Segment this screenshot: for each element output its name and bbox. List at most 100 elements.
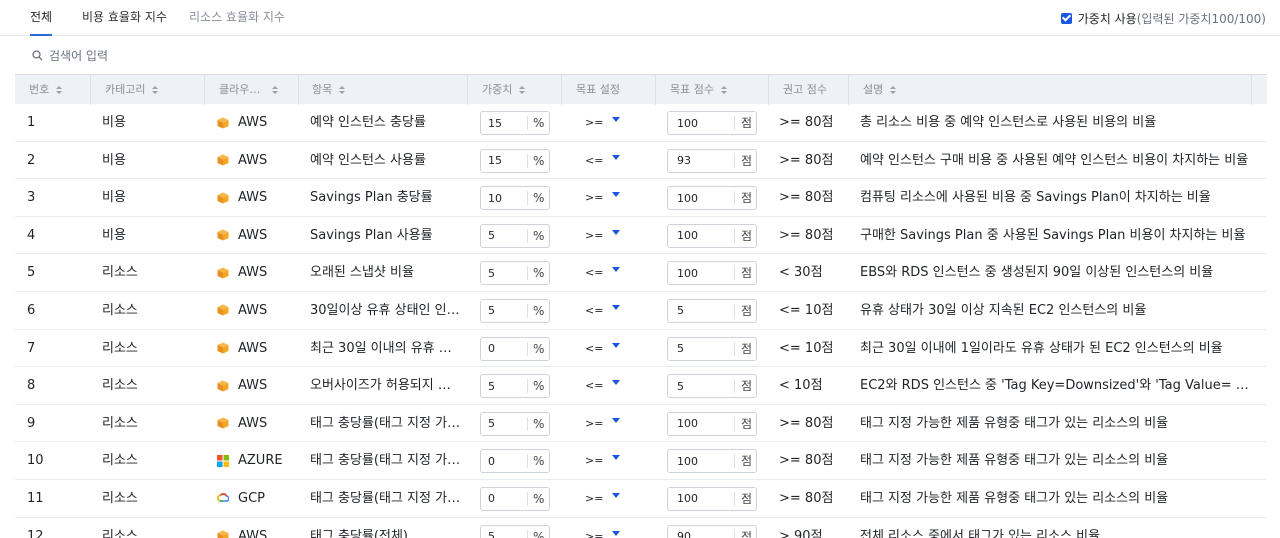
table-row[interactable]: 3 비용 AWS Savings Plan 충당률 10% >= 100 점 >= 80점 컴퓨팅… xyxy=(15,179,1267,217)
column-divider[interactable] xyxy=(655,75,656,105)
target-score-value[interactable]: 100 xyxy=(668,267,734,280)
table-row[interactable]: 8 리소스 AWS 오버사이즈가 허용되지 … 5% <= 5 점 < 10점 EC2와 RDS … xyxy=(15,367,1267,405)
col-header-number[interactable]: 번호 xyxy=(29,75,63,105)
weight-input[interactable]: 5% xyxy=(480,524,550,538)
col-header-category[interactable]: 카테고리 xyxy=(105,75,159,105)
target-score-input[interactable]: 90 점 xyxy=(667,524,757,538)
sort-icon[interactable] xyxy=(272,86,279,94)
target-operator-select[interactable]: >= xyxy=(585,104,645,141)
target-score-input[interactable]: 100 점 xyxy=(667,186,757,211)
table-row[interactable]: 9 리소스 AWS 태그 충당률(태그 지정 가… 5% >= 100 점 >= 80점 태그 지… xyxy=(15,405,1267,443)
target-score-value[interactable]: 5 xyxy=(668,380,734,393)
column-divider[interactable] xyxy=(848,75,849,105)
column-divider[interactable] xyxy=(768,75,769,105)
checkbox-icon[interactable] xyxy=(1060,12,1072,24)
caret-down-icon[interactable] xyxy=(612,492,621,498)
table-row[interactable]: 4 비용 AWS Savings Plan 사용률 5% >= 100 점 >= 80점 구매한 … xyxy=(15,217,1267,255)
col-header-weight[interactable]: 가중치 xyxy=(482,75,526,105)
search-input[interactable]: 검색어 입력 xyxy=(32,44,108,66)
target-operator-select[interactable]: >= xyxy=(585,405,645,442)
weight-value[interactable]: 5 xyxy=(481,267,527,280)
table-row[interactable]: 1 비용 AWS 예약 인스턴스 충당률 15% >= 100 점 >= 80점 총 리소스 비용… xyxy=(15,104,1267,142)
target-score-value[interactable]: 100 xyxy=(668,117,734,130)
weight-value[interactable]: 0 xyxy=(481,455,527,468)
caret-down-icon[interactable] xyxy=(612,417,621,423)
weight-input[interactable]: 5% xyxy=(480,261,550,286)
table-row[interactable]: 10 리소스 AZURE 태그 충당률(태그 지정 가… 0% >= 100 점 >= 80점 태… xyxy=(15,442,1267,480)
tab-cost-efficiency[interactable]: 비용 효율화 지수 xyxy=(82,0,167,36)
weight-value[interactable]: 5 xyxy=(481,304,527,317)
target-score-input[interactable]: 100 점 xyxy=(667,411,757,436)
target-operator-select[interactable]: <= xyxy=(585,142,645,179)
target-operator-select[interactable]: >= xyxy=(585,480,645,517)
sort-icon[interactable] xyxy=(519,86,526,94)
target-operator-select[interactable]: <= xyxy=(585,330,645,367)
target-operator-select[interactable]: <= xyxy=(585,367,645,404)
caret-down-icon[interactable] xyxy=(612,192,621,198)
weight-input[interactable]: 5% xyxy=(480,223,550,248)
column-divider[interactable] xyxy=(467,75,468,105)
column-divider[interactable] xyxy=(204,75,205,105)
weight-value[interactable]: 0 xyxy=(481,492,527,505)
target-score-input[interactable]: 5점 xyxy=(667,336,757,361)
target-score-value[interactable]: 90 xyxy=(668,530,734,538)
target-score-value[interactable]: 100 xyxy=(668,229,734,242)
target-operator-select[interactable]: >= xyxy=(585,217,645,254)
target-score-input[interactable]: 100 점 xyxy=(667,223,757,248)
target-score-value[interactable]: 100 xyxy=(668,192,734,205)
col-header-target-score[interactable]: 목표 점수 xyxy=(670,75,727,105)
weight-value[interactable]: 5 xyxy=(481,530,527,538)
sort-icon[interactable] xyxy=(720,86,727,94)
target-score-input[interactable]: 100 점 xyxy=(667,486,757,511)
target-operator-select[interactable]: >= xyxy=(585,179,645,216)
caret-down-icon[interactable] xyxy=(612,530,621,536)
table-row[interactable]: 7 리소스 AWS 최근 30일 이내의 유휴 … 0% <= 5 점 <= 10점 최근 30일… xyxy=(15,330,1267,368)
table-row[interactable]: 12 리소스 AWS 태그 충당률(전체) 5% >= 90 점 > 90점 전체 리소스 중에서… xyxy=(15,518,1267,538)
tab-all[interactable]: 전체 xyxy=(30,0,53,36)
table-row[interactable]: 5 리소스 AWS 오래된 스냅샷 비율 5% <= 100 점 < 30점 EBS와 RDS 인… xyxy=(15,254,1267,292)
target-score-input[interactable]: 93 점 xyxy=(667,148,757,173)
target-score-value[interactable]: 93 xyxy=(668,154,734,167)
target-score-input[interactable]: 100 점 xyxy=(667,111,757,135)
col-header-description[interactable]: 설명 xyxy=(863,75,897,105)
weight-value[interactable]: 5 xyxy=(481,229,527,242)
weight-input[interactable]: 0% xyxy=(480,449,550,474)
weight-input[interactable]: 0% xyxy=(480,336,550,361)
weight-toggle[interactable]: 가중치 사용 (입력된 가중치100/100) xyxy=(1060,10,1266,26)
weight-input[interactable]: 15% xyxy=(480,111,550,135)
weight-value[interactable]: 15 xyxy=(481,154,527,167)
tab-resource-efficiency[interactable]: 리소스 효율화 지수 xyxy=(189,0,285,36)
caret-down-icon[interactable] xyxy=(612,342,621,348)
target-score-value[interactable]: 100 xyxy=(668,492,734,505)
sort-icon[interactable] xyxy=(339,86,346,94)
weight-value[interactable]: 10 xyxy=(481,192,527,205)
target-score-value[interactable]: 100 xyxy=(668,417,734,430)
table-row[interactable]: 2 비용 AWS 예약 인스턴스 사용률 15% <= 93 점 >= 80점 예약 인스턴스 구… xyxy=(15,142,1267,180)
target-operator-select[interactable]: <= xyxy=(585,292,645,329)
target-score-value[interactable]: 100 xyxy=(668,455,734,468)
table-row[interactable]: 6 리소스 AWS 30일이상 유휴 상태인 인… 5% <= 5 점 <= 10점 유휴 상태가… xyxy=(15,292,1267,330)
target-operator-select[interactable]: >= xyxy=(585,442,645,479)
col-header-item[interactable]: 항목 xyxy=(312,75,346,105)
target-score-value[interactable]: 5 xyxy=(668,304,734,317)
weight-input[interactable]: 5% xyxy=(480,411,550,436)
caret-down-icon[interactable] xyxy=(612,455,621,461)
target-operator-select[interactable]: <= xyxy=(585,254,645,291)
sort-icon[interactable] xyxy=(890,86,897,94)
caret-down-icon[interactable] xyxy=(612,154,621,160)
sort-icon[interactable] xyxy=(152,86,159,94)
weight-input[interactable]: 5% xyxy=(480,374,550,399)
weight-value[interactable]: 15 xyxy=(481,117,527,130)
target-score-input[interactable]: 100 점 xyxy=(667,261,757,286)
column-divider[interactable] xyxy=(298,75,299,105)
table-row[interactable]: 11 리소스 GCP 태그 충당률(태그 지정 가… 0% >= 100 점 >= 80점 태그 … xyxy=(15,480,1267,518)
weight-input[interactable]: 5% xyxy=(480,298,550,323)
target-score-input[interactable]: 5점 xyxy=(667,374,757,399)
target-score-input[interactable]: 5점 xyxy=(667,298,757,323)
caret-down-icon[interactable] xyxy=(612,380,621,386)
weight-value[interactable]: 0 xyxy=(481,342,527,355)
sort-icon[interactable] xyxy=(56,86,63,94)
col-header-cloud[interactable]: 클라우… xyxy=(219,75,279,105)
caret-down-icon[interactable] xyxy=(612,229,621,235)
column-divider[interactable] xyxy=(561,75,562,105)
